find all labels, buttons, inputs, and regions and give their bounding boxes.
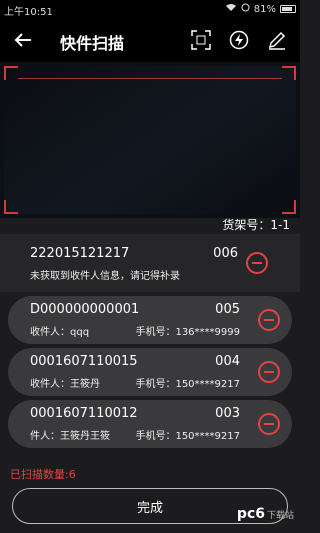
watermark: pc6 下载站 bbox=[237, 506, 294, 522]
battery-level: 81% bbox=[253, 3, 276, 15]
wifi-icon bbox=[225, 3, 237, 15]
remove-item-button[interactable] bbox=[258, 309, 280, 331]
item-code: 006 bbox=[213, 246, 238, 261]
item-code: 005 bbox=[215, 302, 240, 317]
list-item[interactable]: 0001607110012 003 件人：王筱丹王筱 手机号：150****92… bbox=[8, 400, 292, 448]
scanned-count: 已扫描数量:6 bbox=[10, 468, 76, 481]
pencil-icon bbox=[268, 31, 286, 50]
alarm-icon bbox=[241, 3, 250, 15]
toolbar: 快件扫描 bbox=[0, 18, 300, 62]
watermark-sub: 下载站 bbox=[266, 510, 294, 521]
viewfinder-corner bbox=[282, 200, 296, 214]
remove-item-button[interactable] bbox=[258, 361, 280, 383]
back-button[interactable] bbox=[12, 29, 34, 51]
receiver-info: 件人：王筱丹王筱 bbox=[30, 431, 110, 442]
page-title: 快件扫描 bbox=[60, 34, 125, 53]
scan-viewfinder bbox=[4, 66, 296, 214]
scan-line bbox=[18, 78, 282, 79]
tracking-number: D000000000001 bbox=[30, 302, 140, 317]
flash-button[interactable] bbox=[228, 29, 250, 51]
tracking-number: 0001607110015 bbox=[30, 354, 138, 369]
arrow-left-icon bbox=[14, 33, 31, 47]
scan-mode-button[interactable] bbox=[190, 29, 212, 51]
item-code: 004 bbox=[215, 354, 240, 369]
list-item[interactable]: 0001607110015 004 收件人：王筱丹 手机号：150****921… bbox=[8, 348, 292, 396]
receiver-info: 收件人：qqq bbox=[30, 327, 90, 338]
tracking-number: 0001607110012 bbox=[30, 406, 138, 421]
viewfinder-corner bbox=[4, 200, 18, 214]
phone-info: 手机号：136****9999 bbox=[135, 327, 240, 338]
scan-frame-icon bbox=[191, 30, 211, 50]
watermark-logo: pc6 bbox=[236, 506, 265, 522]
remove-item-button[interactable] bbox=[246, 252, 268, 274]
tracking-number: 222015121217 bbox=[30, 246, 130, 261]
receiver-info: 收件人：王筱丹 bbox=[30, 379, 100, 390]
flash-icon bbox=[229, 30, 249, 50]
receiver-info: 未获取到收件人信息，请记得补录 bbox=[30, 271, 180, 282]
status-bar: 上午10:51 81% bbox=[0, 0, 300, 18]
remove-item-button[interactable] bbox=[258, 413, 280, 435]
status-time: 上午10:51 bbox=[4, 7, 53, 18]
list-item[interactable]: 222015121217 006 未获取到收件人信息，请记得补录 bbox=[0, 234, 300, 292]
edit-button[interactable] bbox=[266, 29, 288, 51]
phone-info: 手机号：150****9217 bbox=[135, 431, 240, 442]
viewfinder-corner bbox=[282, 66, 296, 80]
phone-info: 手机号：150****9217 bbox=[135, 379, 240, 390]
status-icons: 81% bbox=[225, 3, 296, 15]
camera-scan-area[interactable] bbox=[0, 62, 300, 218]
list-item[interactable]: D000000000001 005 收件人：qqq 手机号：136****999… bbox=[8, 296, 292, 344]
shelf-number: 货架号：1-1 bbox=[222, 218, 290, 232]
item-code: 003 bbox=[215, 406, 240, 421]
viewfinder-corner bbox=[4, 66, 18, 80]
battery-icon bbox=[280, 5, 296, 13]
